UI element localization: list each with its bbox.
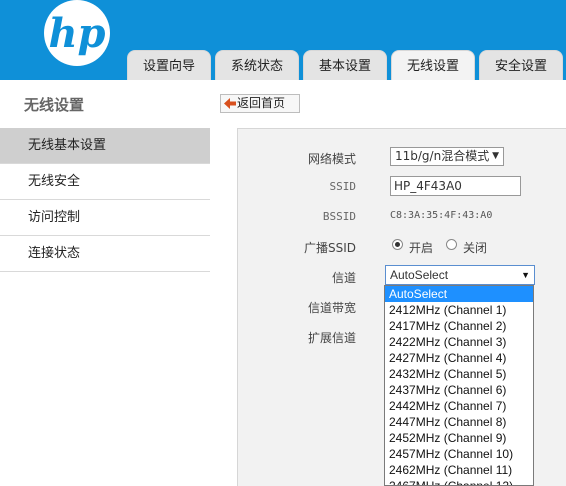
channel-option[interactable]: AutoSelect xyxy=(385,286,533,302)
tab-wireless-settings[interactable]: 无线设置 xyxy=(391,50,475,80)
ssid-input[interactable]: HP_4F43A0 xyxy=(390,176,521,196)
channel-option[interactable]: 2457MHz (Channel 10) xyxy=(385,446,533,462)
channel-option[interactable]: 2412MHz (Channel 1) xyxy=(385,302,533,318)
chevron-down-icon: ▼ xyxy=(492,151,499,161)
channel-option[interactable]: 2452MHz (Channel 9) xyxy=(385,430,533,446)
sidebar-item-wireless-security[interactable]: 无线安全 xyxy=(0,164,210,200)
bssid-label: BSSID xyxy=(322,210,356,223)
header-bar: hp 设置向导 系统状态 基本设置 无线设置 安全设置 xyxy=(0,0,566,80)
channel-option[interactable]: 2437MHz (Channel 6) xyxy=(385,382,533,398)
top-tabs: 设置向导 系统状态 基本设置 无线设置 安全设置 xyxy=(0,0,566,80)
network-mode-select[interactable]: 11b/g/n混合模式 ▼ xyxy=(390,147,504,166)
channel-option[interactable]: 2417MHz (Channel 2) xyxy=(385,318,533,334)
channel-select[interactable]: AutoSelect ▼ xyxy=(385,265,535,285)
sidebar-item-wireless-basic[interactable]: 无线基本设置 xyxy=(0,128,210,164)
sidebar-item-connection-status[interactable]: 连接状态 xyxy=(0,236,210,272)
channel-option[interactable]: 2467MHz (Channel 12) xyxy=(385,478,533,485)
channel-option[interactable]: 2422MHz (Channel 3) xyxy=(385,334,533,350)
tab-setup-wizard[interactable]: 设置向导 xyxy=(127,50,211,80)
chevron-down-icon: ▼ xyxy=(521,270,530,280)
back-arrow-icon xyxy=(224,98,236,109)
sidebar-item-access-control[interactable]: 访问控制 xyxy=(0,200,210,236)
network-mode-label: 网络模式 xyxy=(307,152,356,166)
channel-bandwidth-label: 信道带宽 xyxy=(307,301,356,315)
sidebar-menu: 无线基本设置 无线安全 访问控制 连接状态 xyxy=(0,128,210,272)
tab-security-settings[interactable]: 安全设置 xyxy=(479,50,563,80)
channel-dropdown-list[interactable]: AutoSelect 2412MHz (Channel 1) 2417MHz (… xyxy=(384,285,534,486)
bssid-value: C8:3A:35:4F:43:A0 xyxy=(390,210,493,221)
sidebar-title: 无线设置 xyxy=(24,96,85,114)
broadcast-on-label: 开启 xyxy=(409,241,434,255)
broadcast-ssid-label: 广播SSID xyxy=(303,241,356,255)
back-home-button[interactable]: 返回首页 xyxy=(220,94,300,113)
channel-option[interactable]: 2447MHz (Channel 8) xyxy=(385,414,533,430)
channel-option[interactable]: 2462MHz (Channel 11) xyxy=(385,462,533,478)
sidebar: 无线设置 无线基本设置 无线安全 访问控制 连接状态 xyxy=(0,80,210,486)
channel-option[interactable]: 2432MHz (Channel 5) xyxy=(385,366,533,382)
extension-channel-label: 扩展信道 xyxy=(307,331,356,345)
channel-label: 信道 xyxy=(331,271,356,285)
back-home-label: 返回首页 xyxy=(237,96,286,110)
broadcast-on-radio[interactable] xyxy=(392,239,403,250)
channel-option[interactable]: 2442MHz (Channel 7) xyxy=(385,398,533,414)
network-mode-value: 11b/g/n混合模式 xyxy=(395,149,490,163)
tab-system-status[interactable]: 系统状态 xyxy=(215,50,299,80)
channel-value: AutoSelect xyxy=(390,268,449,282)
tab-basic-settings[interactable]: 基本设置 xyxy=(303,50,387,80)
ssid-label: SSID xyxy=(329,180,357,193)
broadcast-off-label: 关闭 xyxy=(463,241,488,255)
broadcast-off-radio[interactable] xyxy=(446,239,457,250)
channel-option[interactable]: 2427MHz (Channel 4) xyxy=(385,350,533,366)
